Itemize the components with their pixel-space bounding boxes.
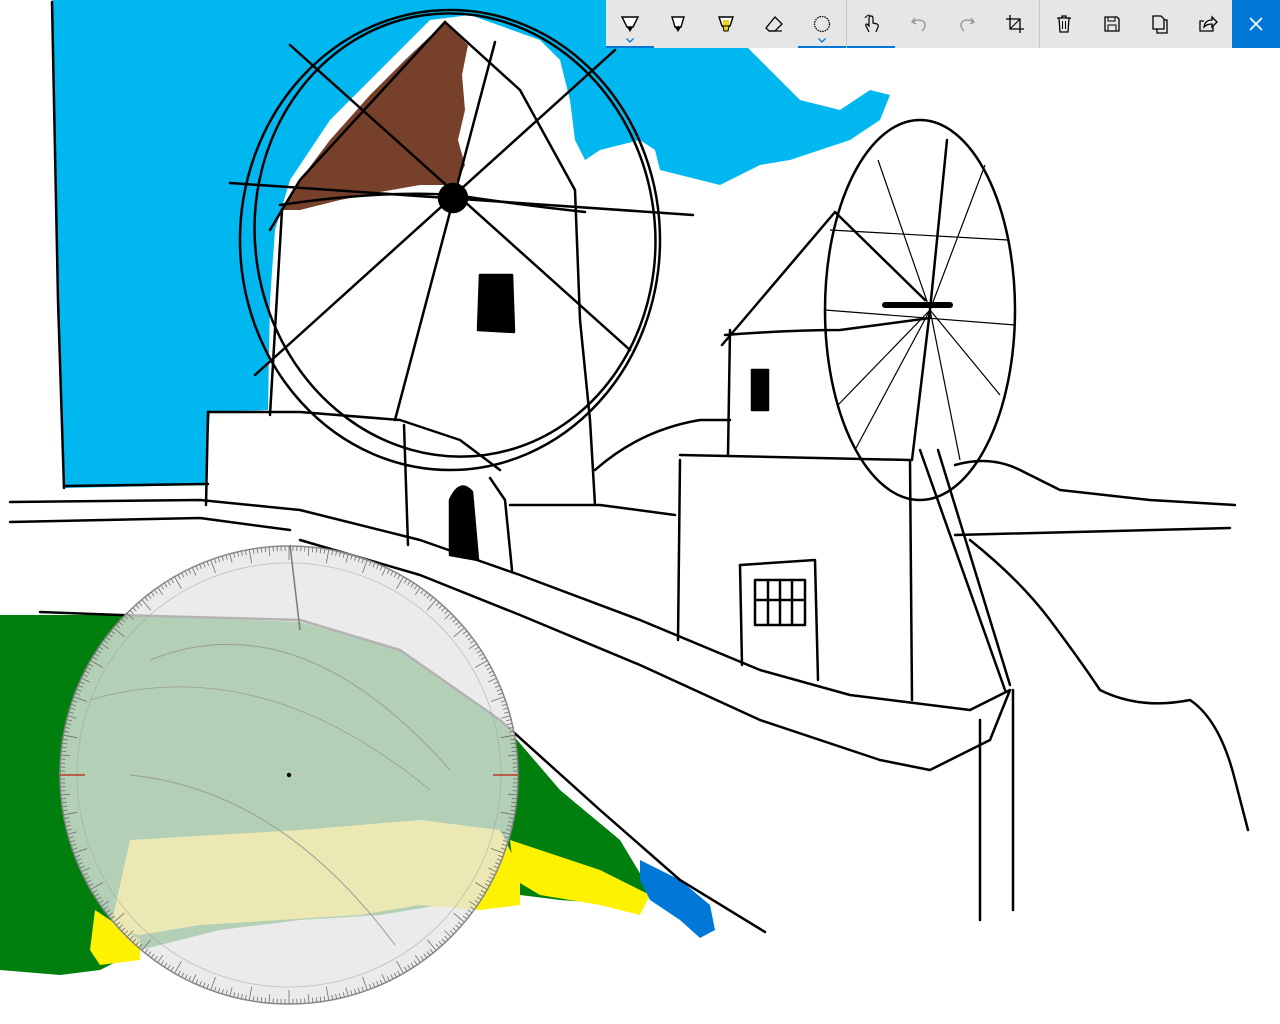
share-icon <box>1199 15 1218 32</box>
protractor-icon <box>813 15 831 33</box>
close-icon <box>1249 17 1263 31</box>
touch-writing-icon <box>864 14 879 33</box>
eraser-icon <box>765 16 783 32</box>
sky-fill <box>52 0 890 488</box>
delete-button[interactable] <box>1040 0 1088 48</box>
share-button[interactable] <box>1184 0 1232 48</box>
ballpoint-pen-icon <box>620 16 640 32</box>
protractor-tick <box>312 547 314 553</box>
chevron-down-icon <box>818 38 826 43</box>
ballpoint-pen-button[interactable] <box>606 0 654 48</box>
protractor-tick <box>511 798 517 800</box>
undo-icon <box>911 17 926 32</box>
trash-icon <box>1057 15 1071 33</box>
ink-toolbar <box>606 0 1280 48</box>
save-button[interactable] <box>1088 0 1136 48</box>
chevron-down-icon <box>626 38 634 43</box>
small-wheel-spokes <box>824 159 1016 461</box>
highlighter-icon <box>718 16 734 32</box>
protractor-tick <box>61 750 67 752</box>
protractor-center-dot <box>286 772 292 778</box>
water-fill <box>640 860 715 938</box>
protractor-tool[interactable] <box>59 544 519 1005</box>
undo-button[interactable] <box>895 0 943 48</box>
drawing-canvas[interactable] <box>0 0 1280 1024</box>
save-icon <box>1104 16 1120 32</box>
touch-writing-button[interactable] <box>847 0 895 48</box>
copy-button[interactable] <box>1136 0 1184 48</box>
highlighter-button[interactable] <box>702 0 750 48</box>
eraser-button[interactable] <box>750 0 798 48</box>
protractor-tick <box>264 547 266 553</box>
pencil-button[interactable] <box>654 0 702 48</box>
pencil-icon <box>671 16 685 32</box>
copy-icon <box>1152 15 1168 34</box>
protractor-tick <box>511 750 517 752</box>
protractor-tick <box>312 997 314 1003</box>
protractor-tick <box>61 798 67 800</box>
sketch-app <box>0 0 1280 1024</box>
crop-button[interactable] <box>991 0 1039 48</box>
close-button[interactable] <box>1232 0 1280 48</box>
redo-icon <box>960 17 975 32</box>
redo-button[interactable] <box>943 0 991 48</box>
protractor-button[interactable] <box>798 0 846 48</box>
protractor-tick <box>264 997 266 1003</box>
crop-icon <box>1006 15 1024 33</box>
